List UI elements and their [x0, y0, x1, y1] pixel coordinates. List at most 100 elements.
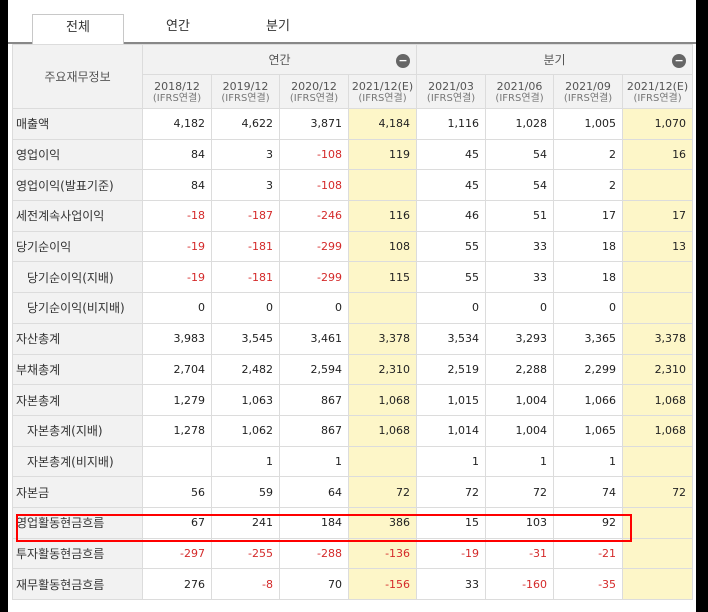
table-cell: 1,028: [485, 108, 555, 140]
column-period: 2020/12: [291, 80, 337, 93]
table-cell: 18: [553, 261, 624, 294]
table-row[interactable]: 영업이익(발표기준) 84 3 -108 45 54 2: [12, 169, 694, 202]
table-cell: -246: [279, 200, 349, 232]
table-cell: 2,288: [485, 353, 555, 386]
table-cell: 1: [485, 445, 555, 478]
table-cell: 119: [347, 138, 418, 171]
column-header: 2021/12(E) (IFRS연결): [622, 74, 694, 109]
table-cell: 2,704: [142, 353, 212, 386]
table-cell: 184: [279, 506, 349, 539]
table-cell: 3,871: [279, 108, 349, 140]
column-header: 2021/06 (IFRS연결): [485, 74, 555, 109]
table-cell: 72: [416, 476, 487, 508]
row-label: 영업이익(발표기준): [12, 169, 143, 202]
table-cell: 867: [279, 414, 349, 447]
tab-annual[interactable]: 연간: [132, 14, 224, 42]
table-cell: 33: [416, 568, 487, 600]
table-cell: 0: [211, 292, 280, 324]
table-cell: 2,310: [622, 353, 694, 386]
table-cell: -8: [211, 568, 280, 600]
table-cell: 0: [485, 292, 555, 324]
table-cell: -156: [347, 568, 418, 600]
table-row[interactable]: 매출액 4,182 4,622 3,871 4,184 1,116 1,028 1,005 1,…: [12, 108, 694, 140]
table-cell: -160: [485, 568, 555, 600]
tab-quarterly[interactable]: 분기: [232, 14, 324, 42]
table-cell: -288: [279, 537, 349, 570]
table-cell: 115: [347, 261, 418, 294]
column-period: 2021/03: [428, 80, 474, 93]
table-row[interactable]: 당기순이익 -19 -181 -299 108 55 33 18 13: [12, 230, 694, 263]
tab-bar: 전체 연간 분기: [8, 0, 696, 44]
row-label: 투자활동현금흐름: [12, 537, 143, 570]
table-row[interactable]: 당기순이익(비지배) 0 0 0 0 0 0: [12, 292, 694, 324]
table-row[interactable]: 투자활동현금흐름 -297 -255 -288 -136 -19 -31 -21: [12, 537, 694, 570]
table-cell: -108: [279, 169, 349, 202]
table-cell: 45: [416, 169, 487, 202]
table-cell: 0: [416, 292, 487, 324]
table-cell: [622, 445, 694, 478]
table-row[interactable]: 자본총계(비지배) 1 1 1 1 1: [12, 445, 694, 478]
column-basis: (IFRS연결): [221, 93, 270, 104]
group-label: 분기: [543, 52, 566, 67]
column-period: 2021/06: [496, 80, 543, 93]
table-cell: [347, 169, 418, 202]
table-row[interactable]: 자산총계 3,983 3,545 3,461 3,378 3,534 3,293 3,365 3…: [12, 322, 694, 355]
table-cell: [622, 506, 694, 539]
table-cell: 64: [279, 476, 349, 508]
column-period: 2021/09: [565, 80, 611, 93]
table-cell: 1,063: [211, 384, 280, 416]
table-cell: 2: [553, 169, 624, 202]
table-row[interactable]: 자본총계(지배) 1,278 1,062 867 1,068 1,014 1,004 1,06…: [12, 414, 694, 447]
column-period: 2021/12(E): [351, 80, 414, 93]
table-cell: -299: [279, 261, 349, 294]
table-cell: 3: [211, 138, 280, 171]
row-label: 세전계속사업이익: [12, 200, 143, 232]
minus-circle-icon[interactable]: −: [672, 53, 687, 68]
table-cell: 15: [416, 506, 487, 539]
table-row[interactable]: 부채총계 2,704 2,482 2,594 2,310 2,519 2,288 2,299 2…: [12, 353, 694, 386]
table-cell: 1: [279, 445, 349, 478]
table-cell: 17: [622, 200, 694, 232]
row-label: 당기순이익(지배): [12, 261, 143, 294]
table-cell: 18: [553, 230, 624, 263]
table-cell: 108: [347, 230, 418, 263]
table-row[interactable]: 세전계속사업이익 -18 -187 -246 116 46 51 17 17: [12, 200, 694, 232]
table-cell: 33: [485, 230, 555, 263]
table-cell: 1,015: [416, 384, 487, 416]
table-row[interactable]: 당기순이익(지배) -19 -181 -299 115 55 33 18: [12, 261, 694, 294]
table-cell: 1,004: [485, 414, 555, 447]
table-cell: 3,983: [142, 322, 212, 355]
table-cell: 1,070: [622, 108, 694, 140]
table-cell: 3,378: [622, 322, 694, 355]
table-row[interactable]: 자본총계 1,279 1,063 867 1,068 1,015 1,004 1,066 1,0…: [12, 384, 694, 416]
row-label: 당기순이익(비지배): [12, 292, 143, 324]
table-cell: 1,068: [622, 384, 694, 416]
table-row[interactable]: 재무활동현금흐름 276 -8 70 -156 33 -160 -35: [12, 568, 694, 600]
table-row[interactable]: 자본금 56 59 64 72 72 72 74 72: [12, 476, 694, 508]
table-cell: 3,545: [211, 322, 280, 355]
table-cell: 276: [142, 568, 212, 600]
financial-table: 주요재무정보 연간 − 분기 − 2018/12 (IFRS연결) 2019/12 (IF…: [12, 44, 694, 600]
table-cell: 59: [211, 476, 280, 508]
minus-circle-icon[interactable]: −: [396, 53, 411, 68]
column-header: 2019/12 (IFRS연결): [211, 74, 280, 109]
tab-all[interactable]: 전체: [32, 14, 124, 44]
table-row[interactable]: 영업이익 84 3 -108 119 45 54 2 16: [12, 138, 694, 171]
column-basis: (IFRS연결): [152, 93, 202, 104]
table-cell: 2,310: [347, 353, 418, 386]
table-cell: 45: [416, 138, 487, 171]
table-cell: 1: [553, 445, 624, 478]
row-label: 당기순이익: [12, 230, 143, 263]
table-cell: 3,461: [279, 322, 349, 355]
table-cell: 3,378: [347, 322, 418, 355]
table-row[interactable]: 영업활동현금흐름 67 241 184 386 15 103 92: [12, 506, 694, 539]
table-cell: 2,482: [211, 353, 280, 386]
table-cell: [622, 169, 694, 202]
table-cell: 16: [622, 138, 694, 171]
table-cell: 55: [416, 230, 487, 263]
table-cell: 3,293: [485, 322, 555, 355]
table-cell: -297: [142, 537, 212, 570]
table-cell: 4,182: [142, 108, 212, 140]
table-cell: -181: [211, 261, 280, 294]
table-cell: [622, 261, 694, 294]
